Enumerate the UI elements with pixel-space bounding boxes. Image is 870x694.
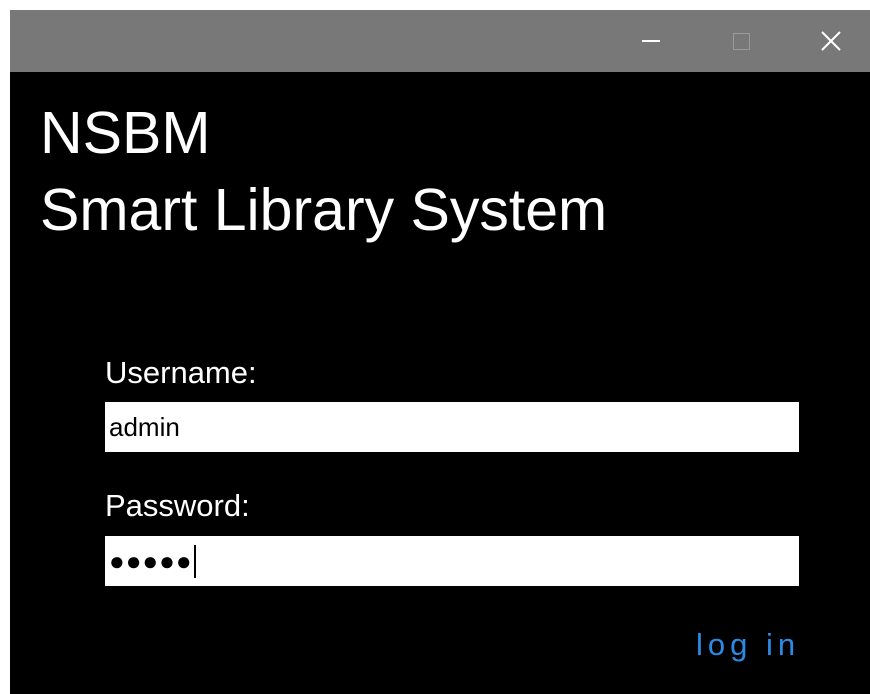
title-bar[interactable]	[10, 10, 870, 72]
username-label: Username:	[105, 355, 257, 390]
maximize-icon	[732, 32, 750, 50]
text-caret	[193, 544, 196, 578]
password-mask: ●●●●●	[109, 546, 193, 576]
app-title-line-1: NSBM	[40, 100, 211, 166]
login-window: NSBM Smart Library System Username: Pass…	[10, 10, 870, 694]
username-input[interactable]	[105, 402, 799, 452]
password-input[interactable]: ●●●●●	[105, 536, 799, 586]
minimize-icon	[642, 40, 660, 42]
minimize-button[interactable]	[621, 10, 681, 72]
login-button[interactable]: log in	[696, 627, 800, 663]
close-button[interactable]	[801, 10, 861, 72]
app-title-line-2: Smart Library System	[40, 177, 608, 243]
maximize-button	[711, 10, 771, 72]
close-icon	[821, 31, 841, 51]
password-label: Password:	[105, 488, 250, 523]
